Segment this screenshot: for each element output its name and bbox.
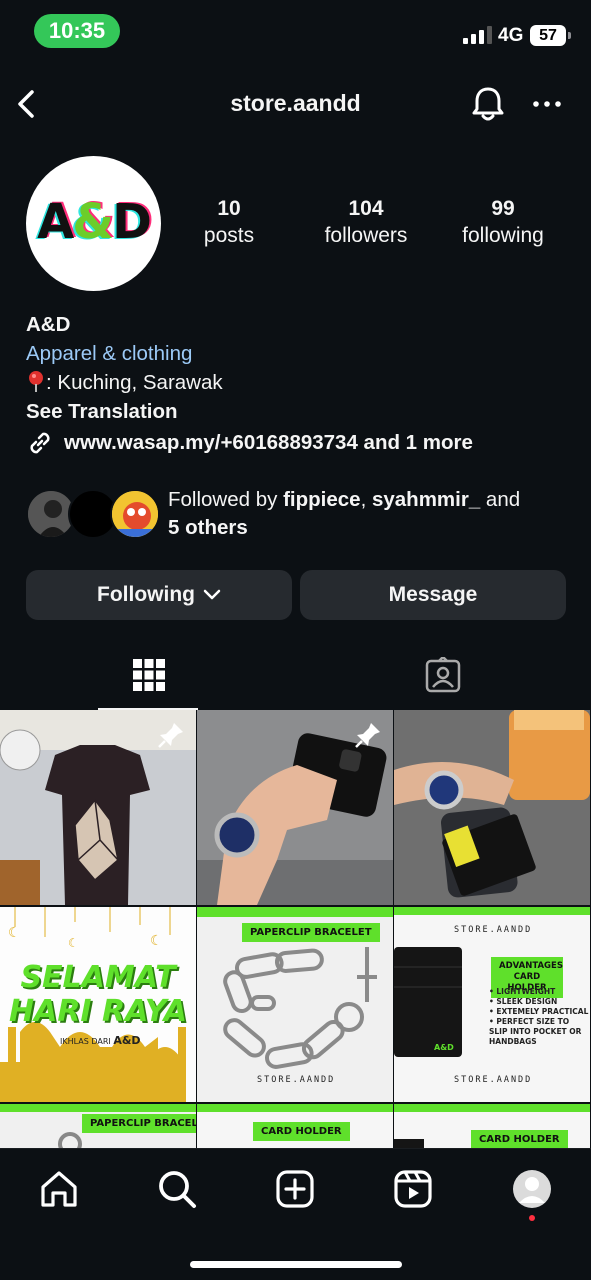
followed-suffix: and — [480, 488, 521, 511]
signal-icon — [463, 26, 493, 44]
status-bar: 10:35 4G 57 — [0, 0, 591, 60]
post-paperclip-bracelet[interactable]: PAPERCLIP BRACELET STORE.AANDD — [197, 907, 393, 1102]
raya-title-line1: SELAMAT — [20, 960, 176, 995]
paperclip-label: PAPERCLIP BRACELET — [242, 923, 380, 942]
grid-icon — [133, 659, 165, 691]
profile-header: store.aandd — [0, 76, 591, 132]
mutual-avatars — [26, 489, 161, 541]
following-label: following — [462, 224, 544, 247]
advantages-list: • LIGHTWEIGHT • SLEEK DESIGN • EXTEMELY … — [489, 987, 589, 1047]
svg-text:A&D: A&D — [434, 1043, 454, 1052]
following-stat[interactable]: 99 following — [452, 196, 554, 250]
raya-from-text: IKHLAS DARI — [60, 1037, 111, 1046]
profile-avatar-icon[interactable] — [510, 1167, 554, 1211]
posts-grid: ☾ ☾ ☾ SELAMAT HARI RAYA IKHLAS DARI A&D — [0, 710, 591, 1150]
message-button[interactable]: Message — [300, 570, 566, 620]
followed-user-2[interactable]: syahmmir_ — [372, 488, 480, 511]
see-translation-link[interactable]: See Translation — [26, 397, 566, 426]
pinned-icon — [355, 723, 380, 748]
posts-count: 10 — [217, 197, 241, 220]
post-hari-raya[interactable]: ☾ ☾ ☾ SELAMAT HARI RAYA IKHLAS DARI A&D — [0, 907, 196, 1102]
mutual-avatar-3 — [110, 489, 160, 539]
posts-stat[interactable]: 10 posts — [190, 196, 268, 250]
profile-bio: A&D Apparel & clothing : Kuching, Sarawa… — [26, 310, 566, 457]
pinned-icon — [158, 723, 183, 748]
post-paperclip-2[interactable]: PAPERCLIP BRACELET — [0, 1104, 196, 1150]
svg-text:☾: ☾ — [8, 924, 21, 940]
followed-others[interactable]: 5 others — [168, 516, 248, 539]
store-watermark: STORE.AANDD — [257, 1075, 336, 1085]
post-cardholder-advantages[interactable]: A&D STORE.AANDD ADVANTAGES CARD HOLDER •… — [394, 907, 590, 1102]
tab-posts-grid[interactable] — [50, 640, 248, 710]
profile-link[interactable]: www.wasap.my/+60168893734 and 1 more — [26, 428, 566, 457]
avatar-logo: A&D — [37, 194, 152, 250]
advantage-3: • EXTEMELY PRACTICAL — [489, 1007, 589, 1016]
tagged-user-icon — [425, 657, 461, 693]
cardholder-label: CARD HOLDER — [253, 1122, 350, 1141]
advantage-2: • SLEEK DESIGN — [489, 997, 558, 1006]
profile-category[interactable]: Apparel & clothing — [26, 339, 566, 368]
profile-link-text: www.wasap.my/+60168893734 and 1 more — [64, 431, 473, 454]
svg-text:☾: ☾ — [150, 932, 163, 948]
following-button-label: Following — [97, 583, 195, 606]
pin-location-icon — [29, 371, 43, 392]
message-button-label: Message — [388, 583, 478, 606]
location-text: : Kuching, Sarawak — [46, 371, 223, 394]
profile-avatar[interactable]: A&D — [26, 156, 161, 291]
following-count: 99 — [491, 197, 515, 220]
following-button[interactable]: Following — [26, 570, 292, 620]
followers-stat[interactable]: 104 followers — [315, 196, 417, 250]
followed-separator: , — [360, 488, 372, 511]
home-icon[interactable] — [37, 1167, 81, 1211]
battery-icon: 57 — [530, 25, 571, 46]
status-time: 10:35 — [34, 14, 120, 48]
post-card-holder-2[interactable]: CARD HOLDER — [394, 1104, 590, 1150]
profile-location: : Kuching, Sarawak — [26, 368, 566, 397]
store-header-text: STORE.AANDD — [454, 925, 533, 935]
store-footer-text: STORE.AANDD — [454, 1075, 533, 1085]
chevron-down-icon — [203, 589, 221, 600]
raya-brand: A&D — [113, 1034, 141, 1047]
post-watch-cardholder[interactable] — [394, 710, 590, 905]
home-indicator-bar — [190, 1261, 402, 1268]
link-icon — [30, 432, 50, 453]
post-card-holder[interactable]: CARD HOLDER — [197, 1104, 393, 1150]
advantage-4: • PERFECT SIZE TO SLIP INTO POCKET OR HA… — [489, 1017, 582, 1046]
search-icon[interactable] — [155, 1167, 199, 1211]
bottom-navigation — [0, 1148, 591, 1280]
profile-name: A&D — [26, 313, 71, 336]
followed-by-text: Followed by fippiece, syahmmir_ and 5 oth… — [168, 486, 578, 542]
post-phone-cardholder[interactable] — [197, 710, 393, 905]
more-options-icon[interactable] — [530, 90, 564, 118]
paperclip-label-2: PAPERCLIP BRACELET — [82, 1114, 196, 1133]
posts-label: posts — [203, 224, 255, 247]
followed-by-section[interactable]: Followed by fippiece, syahmmir_ and 5 oth… — [26, 486, 571, 546]
followers-label: followers — [324, 224, 408, 247]
reels-icon[interactable] — [391, 1167, 435, 1211]
bell-icon[interactable] — [470, 84, 506, 124]
followed-prefix: Followed by — [168, 488, 284, 511]
advantage-1: • LIGHTWEIGHT — [489, 987, 556, 996]
cardholder-label-2: CARD HOLDER — [471, 1130, 568, 1149]
followers-count: 104 — [348, 197, 384, 220]
svg-text:☾: ☾ — [68, 936, 79, 950]
raya-title-line2: HARI RAYA — [9, 994, 187, 1029]
network-label: 4G — [498, 25, 524, 46]
post-tshirt[interactable] — [0, 710, 196, 905]
profile-tabs — [0, 640, 591, 710]
notification-dot — [529, 1215, 535, 1221]
tab-tagged[interactable] — [344, 640, 542, 710]
followed-user-1[interactable]: fippiece — [283, 488, 360, 511]
create-post-icon[interactable] — [273, 1167, 317, 1211]
